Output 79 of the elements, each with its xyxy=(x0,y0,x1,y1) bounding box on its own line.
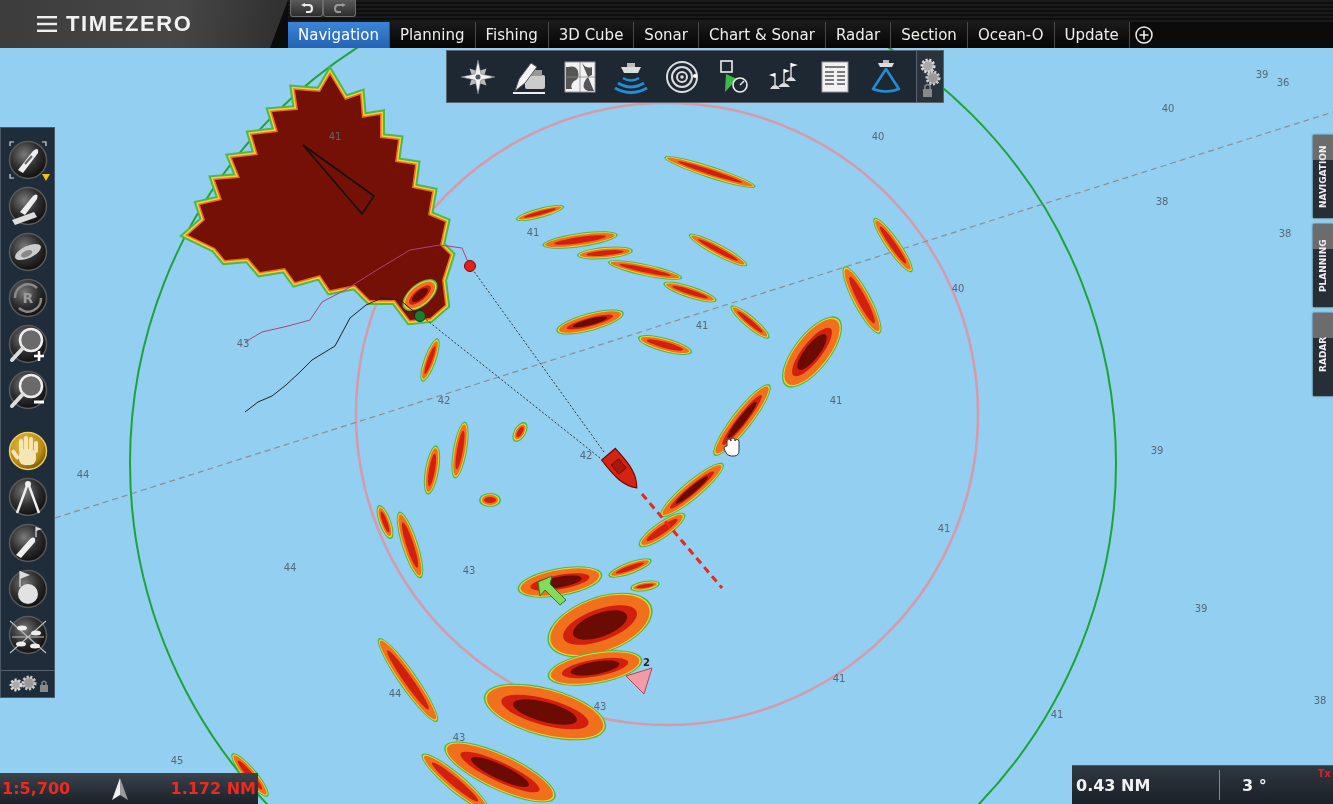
depth-sounding: 41 xyxy=(937,523,951,534)
depth-sounding: 43 xyxy=(593,701,607,712)
depth-sounding: 43 xyxy=(452,732,466,743)
depth-sounding: 41 xyxy=(695,320,709,331)
depth-sounding: 44 xyxy=(388,688,402,699)
depth-sounding: 38 xyxy=(1278,228,1292,239)
depth-sounding: 38 xyxy=(1313,695,1327,706)
depth-sounding: 41 xyxy=(829,395,843,406)
marker-dot-icon xyxy=(414,310,426,322)
side-tab[interactable]: NAVIGATION xyxy=(1313,135,1333,218)
depth-sounding: 42 xyxy=(579,450,593,461)
north-arrow-icon xyxy=(112,777,129,800)
depth-sounding: 41 xyxy=(526,227,540,238)
radar-echo xyxy=(479,493,501,507)
range-reading: 0.43 NM xyxy=(1076,775,1152,795)
marker-dot-icon xyxy=(464,260,476,272)
depth-sounding: 38 xyxy=(1155,196,1169,207)
radar-echo xyxy=(873,217,913,273)
transmit-indicator: Tx xyxy=(1317,768,1331,779)
hand-cursor-icon xyxy=(723,437,740,457)
tab[interactable]: Planning xyxy=(389,22,476,48)
redo-button[interactable] xyxy=(323,0,356,17)
depth-sounding: 40 xyxy=(951,283,965,294)
tab[interactable]: Sonar xyxy=(634,22,699,48)
radar-echo xyxy=(515,204,565,222)
boat-marker-icon xyxy=(600,447,638,489)
radar-echo xyxy=(637,335,693,355)
side-tab[interactable]: RADAR xyxy=(1313,313,1333,396)
side-tab[interactable]: PLANNING xyxy=(1313,224,1333,307)
tab[interactable]: Update xyxy=(1054,22,1130,48)
depth-sounding: 41 xyxy=(1050,709,1064,720)
map-scale: 1:5,700 xyxy=(2,779,71,798)
depth-sounding: 40 xyxy=(871,131,885,142)
radar-echo xyxy=(663,281,717,303)
depth-sounding: 39 xyxy=(1194,603,1208,614)
undo-icon xyxy=(300,2,313,14)
tab[interactable]: Section xyxy=(891,22,968,48)
depth-sounding: 44 xyxy=(283,562,297,573)
tab[interactable]: Fishing xyxy=(475,22,549,48)
radar-echo xyxy=(451,421,469,479)
depth-sounding: 39 xyxy=(1255,69,1269,80)
map-icon[interactable] xyxy=(562,58,598,95)
radar-echo xyxy=(420,338,440,382)
radar-echo xyxy=(423,445,441,495)
depth-sounding: 41 xyxy=(328,131,342,142)
depth-sounding: 44 xyxy=(76,469,90,480)
radar-echo xyxy=(688,233,748,267)
depth-sounding: 45 xyxy=(170,755,184,766)
compass-rose-icon[interactable] xyxy=(460,58,496,95)
target-arrow-icon xyxy=(537,575,567,606)
radar-echo xyxy=(577,246,633,260)
radar-echo xyxy=(512,422,528,442)
tab[interactable]: Navigation xyxy=(288,22,390,48)
undo-button[interactable] xyxy=(290,0,323,17)
radar-echo xyxy=(556,309,624,335)
tab[interactable]: 3D Cube xyxy=(548,22,635,48)
menu-icon[interactable] xyxy=(37,16,57,32)
depth-sounding: 41 xyxy=(832,673,846,684)
depth-sounding: 43 xyxy=(462,565,476,576)
tab[interactable]: Radar xyxy=(825,22,892,48)
depth-sounding: 36 xyxy=(1276,77,1290,88)
depth-sounding: 40 xyxy=(1161,103,1175,114)
depth-sounding: 43 xyxy=(236,338,250,349)
scale-distance: 1.172 NM xyxy=(170,779,256,798)
depth-sounding: 39 xyxy=(1150,445,1164,456)
tab[interactable]: Chart & Sonar xyxy=(698,22,826,48)
redo-icon xyxy=(333,2,346,14)
tab[interactable]: Ocean-O xyxy=(967,22,1055,48)
radar-echo xyxy=(730,305,770,339)
app-logo: TIMEZERO xyxy=(66,11,193,37)
radar-echo xyxy=(608,558,652,578)
target-icon[interactable] xyxy=(664,58,700,95)
add-tab-icon[interactable] xyxy=(1134,26,1153,44)
waypoint-label: 2 xyxy=(643,657,650,668)
radar-echo xyxy=(376,504,394,540)
depth-sounding: 42 xyxy=(437,395,451,406)
radar-echo xyxy=(396,511,424,579)
waypoint-marker-icon xyxy=(625,667,653,695)
bearing-reading: 3 ° xyxy=(1242,775,1267,795)
